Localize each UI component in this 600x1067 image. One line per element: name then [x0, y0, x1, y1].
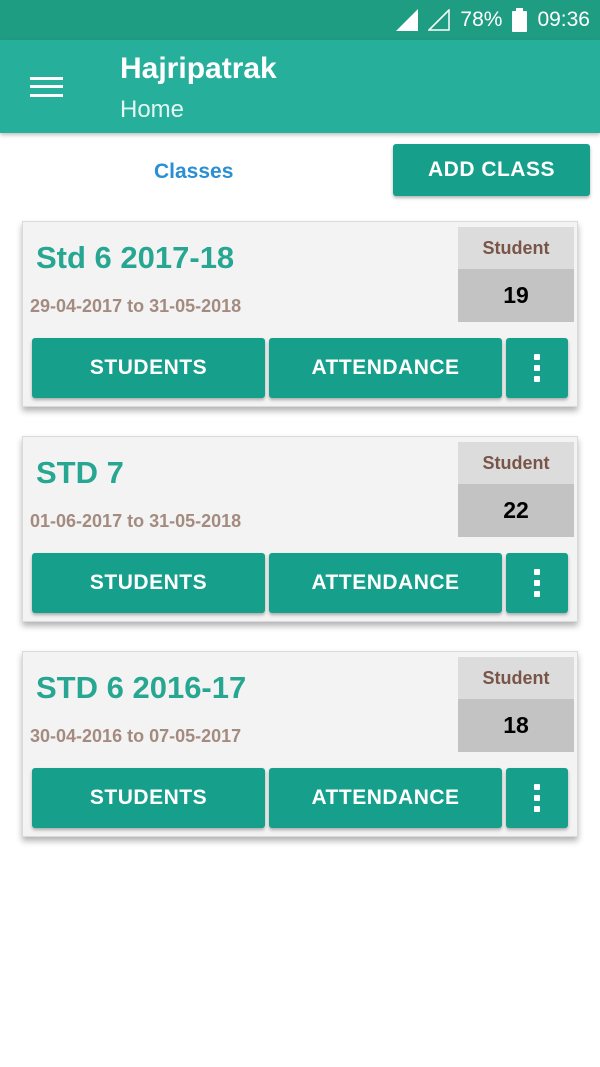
status-indicators: 78% 09:36 — [396, 0, 590, 40]
classes-label: Classes — [154, 160, 234, 183]
students-button[interactable]: STUDENTS — [32, 338, 265, 398]
attendance-button[interactable]: ATTENDANCE — [269, 338, 502, 398]
status-bar: 78% 09:36 — [0, 0, 600, 40]
hamburger-menu-icon[interactable] — [30, 77, 63, 97]
student-count-value: 22 — [458, 484, 574, 537]
class-dates: 30-04-2016 to 07-05-2017 — [30, 726, 242, 746]
students-button[interactable]: STUDENTS — [32, 768, 265, 828]
add-class-button[interactable]: ADD CLASS — [393, 144, 590, 196]
signal-empty-icon — [428, 9, 451, 31]
class-card: Std 6 2017-18 29-04-2017 to 31-05-2018 S… — [22, 221, 578, 407]
signal-icon — [396, 9, 419, 31]
battery-icon — [512, 8, 528, 32]
class-name[interactable]: STD 7 — [36, 455, 124, 491]
student-count-label: Student — [458, 657, 574, 699]
student-count-box: Student 22 — [458, 442, 574, 537]
class-dates: 29-04-2017 to 31-05-2018 — [30, 296, 242, 316]
more-options-icon[interactable] — [506, 768, 568, 828]
more-options-icon[interactable] — [506, 338, 568, 398]
student-count-box: Student 18 — [458, 657, 574, 752]
app-title: Hajripatrak — [120, 52, 277, 85]
student-count-label: Student — [458, 227, 574, 269]
class-name[interactable]: STD 6 2016-17 — [36, 670, 246, 706]
attendance-button[interactable]: ATTENDANCE — [269, 553, 502, 613]
attendance-button[interactable]: ATTENDANCE — [269, 768, 502, 828]
class-dates: 01-06-2017 to 31-05-2018 — [30, 511, 242, 531]
class-card: STD 7 01-06-2017 to 31-05-2018 Student 2… — [22, 436, 578, 622]
more-options-icon[interactable] — [506, 553, 568, 613]
app-bar: Hajripatrak Home — [0, 40, 600, 133]
student-count-box: Student 19 — [458, 227, 574, 322]
students-button[interactable]: STUDENTS — [32, 553, 265, 613]
app-subtitle: Home — [120, 96, 185, 123]
class-name[interactable]: Std 6 2017-18 — [36, 240, 234, 276]
student-count-value: 18 — [458, 699, 574, 752]
student-count-value: 19 — [458, 269, 574, 322]
class-card: STD 6 2016-17 30-04-2016 to 07-05-2017 S… — [22, 651, 578, 837]
student-count-label: Student — [458, 442, 574, 484]
battery-percent: 78% — [460, 8, 503, 31]
clock: 09:36 — [537, 8, 590, 31]
